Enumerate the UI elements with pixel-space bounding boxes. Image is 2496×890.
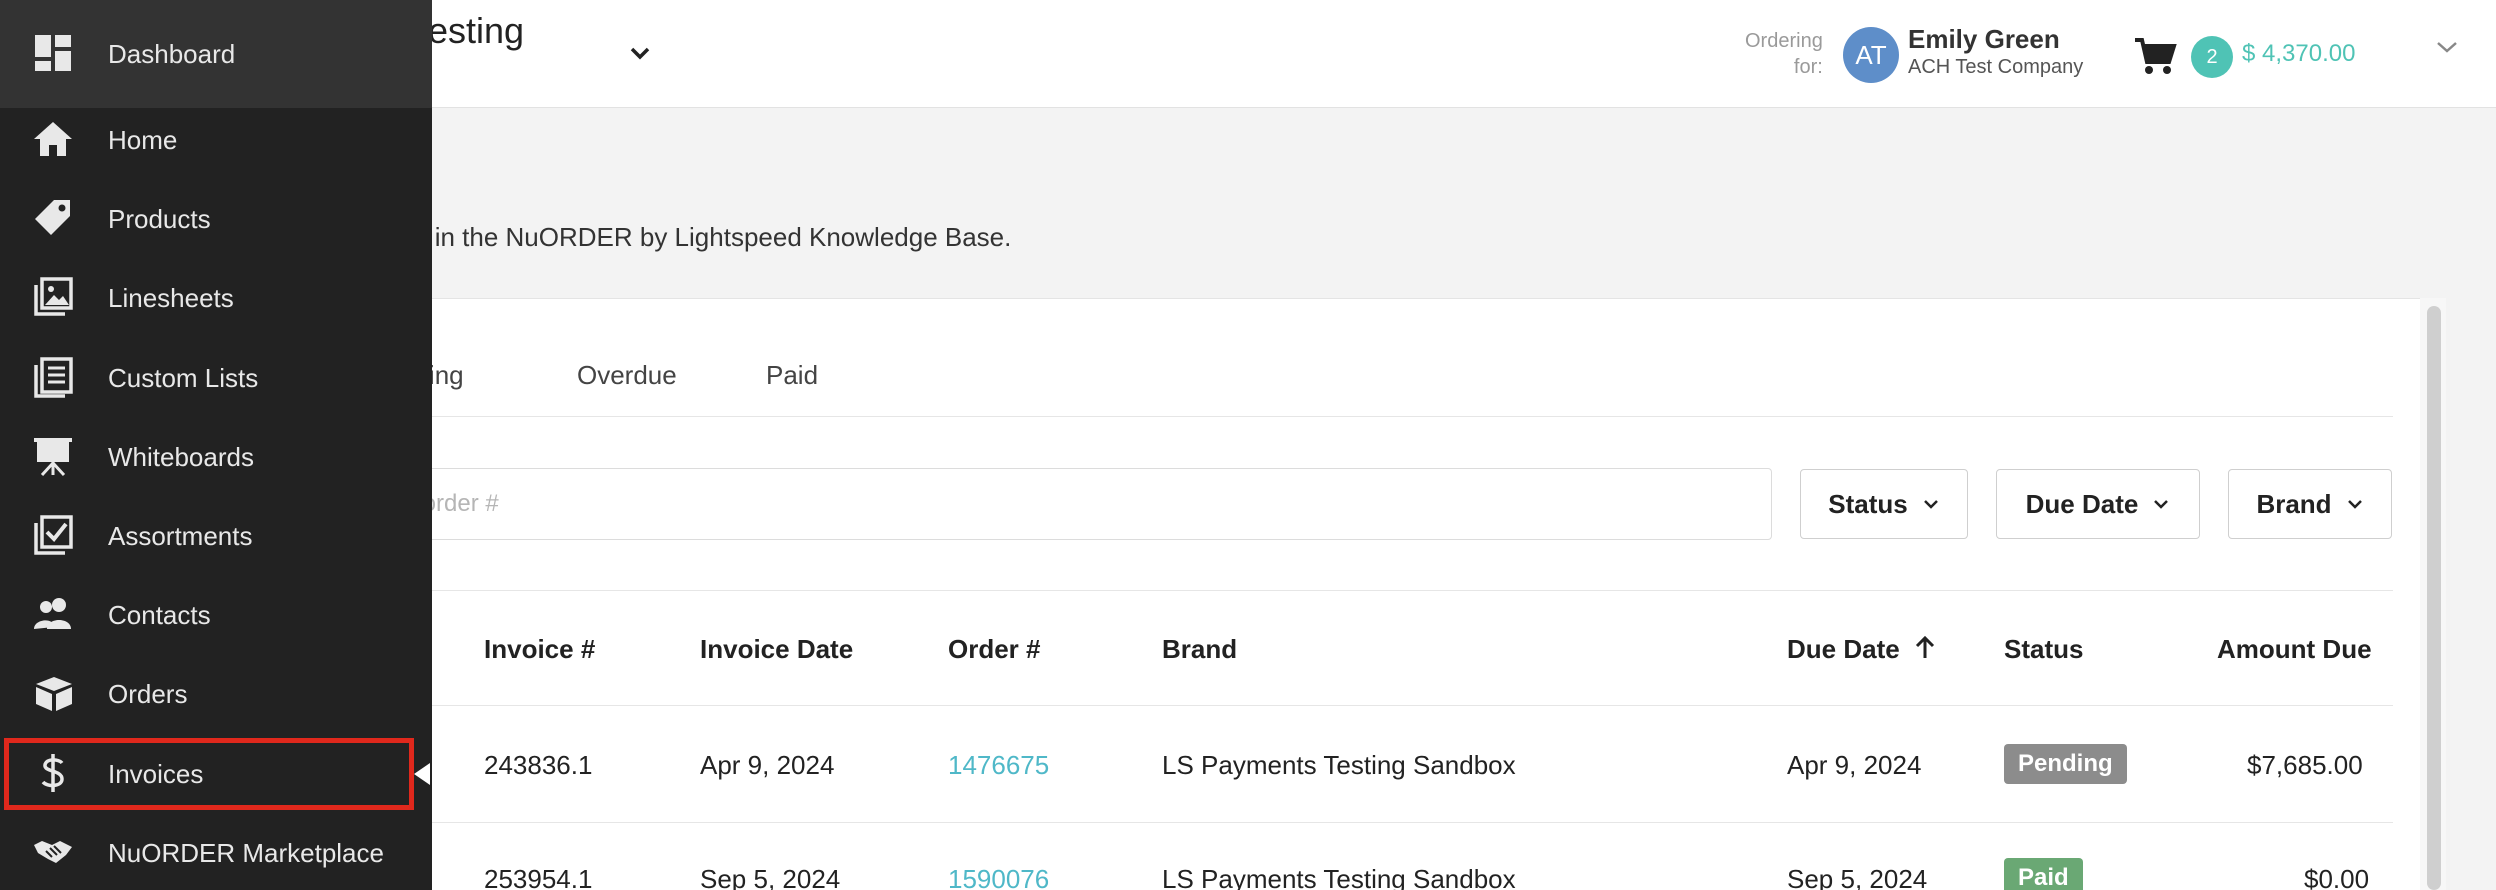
- due-date-header-label: Due Date: [1787, 634, 1900, 664]
- whiteboard-icon: [34, 438, 72, 477]
- linesheets-icon: [34, 277, 73, 316]
- column-header-invoice-date[interactable]: Invoice Date: [700, 634, 853, 665]
- box-icon: [36, 677, 72, 711]
- column-header-amount-due[interactable]: Amount Due: [2217, 634, 2372, 665]
- tab-paid[interactable]: Paid: [766, 360, 818, 391]
- sidebar-item-whiteboards[interactable]: Whiteboards: [0, 417, 432, 497]
- sidebar-item-label: Contacts: [108, 600, 211, 630]
- column-header-status[interactable]: Status: [2004, 634, 2083, 665]
- tag-icon: [35, 200, 70, 235]
- chevron-down-icon: [2347, 500, 2362, 509]
- sidebar-item-label: Home: [108, 125, 178, 155]
- status-filter-label: Status: [1828, 488, 1908, 519]
- sidebar-item-label: Dashboard: [108, 39, 236, 69]
- chevron-down-icon[interactable]: [625, 38, 655, 68]
- column-header-invoice[interactable]: Invoice #: [484, 634, 595, 665]
- toolbar-divider: [400, 590, 2393, 591]
- sidebar-item-assortments[interactable]: Assortments: [0, 496, 432, 576]
- row-divider: [400, 822, 2393, 823]
- cart-count-badge[interactable]: 2: [2191, 36, 2233, 78]
- column-header-order[interactable]: Order #: [948, 634, 1041, 665]
- ordering-label-line1: Ordering: [1745, 30, 1823, 52]
- tabs-divider: [400, 416, 2393, 417]
- cell-invoice: 243836.1: [484, 750, 593, 780]
- cart-icon[interactable]: [2133, 36, 2177, 76]
- sidebar-item-nuorder-marketplace[interactable]: NuORDER Marketplace: [0, 813, 432, 890]
- cell-invoice: 253954.1: [484, 864, 593, 890]
- due-date-filter-label: Due Date: [2025, 488, 2139, 519]
- due-date-filter-button[interactable]: Due Date: [1996, 469, 2200, 539]
- cell-amount-due: $7,685.00: [2247, 750, 2363, 780]
- knowledge-base-text: es in the NuORDER by Lightspeed Knowledg…: [400, 222, 1011, 253]
- list-icon: [34, 357, 73, 398]
- contacts-icon: [34, 598, 71, 629]
- cell-invoice-date: Sep 5, 2024: [700, 864, 841, 890]
- cell-order-link[interactable]: 1590076: [948, 864, 1049, 890]
- handshake-icon: [34, 841, 72, 863]
- cell-due-date: Sep 5, 2024: [1787, 864, 1928, 890]
- sort-ascending-icon: [1915, 635, 1935, 658]
- column-header-brand[interactable]: Brand: [1162, 634, 1237, 665]
- cell-brand: LS Payments Testing Sandbox: [1162, 864, 1516, 890]
- sidebar-item-contacts[interactable]: Contacts: [0, 575, 432, 655]
- chevron-down-icon: [1923, 500, 1938, 509]
- sidebar-item-custom-lists[interactable]: Custom Lists: [0, 338, 432, 418]
- chevron-down-icon[interactable]: [2432, 32, 2462, 62]
- avatar[interactable]: AT: [1843, 27, 1899, 83]
- cell-amount-due: $0.00: [2304, 864, 2370, 890]
- user-name[interactable]: Emily Green: [1908, 24, 2060, 55]
- cart-total[interactable]: $ 4,370.00: [2242, 40, 2355, 68]
- sidebar-item-linesheets[interactable]: Linesheets: [0, 258, 432, 338]
- cell-due-date: Apr 9, 2024: [1787, 750, 1922, 780]
- knowledge-base-suffix: in the NuORDER by Lightspeed Knowledge B…: [427, 222, 1012, 252]
- status-filter-button[interactable]: Status: [1800, 469, 1968, 539]
- sidebar: Dashboard Home Products Linesheets Custo…: [0, 0, 432, 890]
- sidebar-item-dashboard[interactable]: Dashboard: [0, 14, 432, 94]
- sidebar-item-label: Assortments: [108, 521, 253, 551]
- sidebar-item-label: Orders: [108, 679, 188, 709]
- user-company: ACH Test Company: [1908, 56, 2084, 78]
- ordering-label-line2: for:: [1793, 56, 1823, 78]
- status-badge: Paid: [2004, 858, 2083, 890]
- cell-order-link[interactable]: 1476675: [948, 750, 1049, 781]
- sidebar-item-label: Products: [108, 204, 211, 234]
- dashboard-icon: [35, 35, 71, 71]
- home-icon: [34, 122, 72, 156]
- sidebar-item-label: Whiteboards: [108, 442, 254, 472]
- brand-filter-button[interactable]: Brand: [2228, 469, 2392, 539]
- sidebar-item-orders[interactable]: Orders: [0, 654, 432, 734]
- cell-invoice-date: Apr 9, 2024: [700, 750, 835, 780]
- sidebar-item-label: Linesheets: [108, 283, 234, 313]
- active-item-highlight: [4, 738, 414, 810]
- scrollbar-thumb[interactable]: [2427, 306, 2441, 890]
- brand-filter-label: Brand: [2256, 488, 2332, 519]
- tab-overdue[interactable]: Overdue: [577, 360, 677, 391]
- sidebar-item-label: NuORDER Marketplace: [108, 838, 384, 868]
- column-header-due-date[interactable]: Due Date: [1787, 634, 1935, 665]
- sidebar-item-label: Custom Lists: [108, 363, 259, 393]
- status-badge: Pending: [2004, 744, 2127, 784]
- row-divider: [400, 705, 2393, 706]
- search-input[interactable]: [400, 468, 1772, 540]
- cell-brand: LS Payments Testing Sandbox: [1162, 750, 1516, 780]
- assortments-icon: [34, 515, 73, 555]
- active-item-caret: [414, 763, 430, 785]
- invoices-panel: [400, 298, 2440, 890]
- sidebar-item-home[interactable]: Home: [0, 100, 432, 180]
- ordering-for-label: Ordering for:: [1745, 28, 1823, 80]
- chevron-down-icon: [2154, 500, 2169, 509]
- sidebar-item-products[interactable]: Products: [0, 179, 432, 259]
